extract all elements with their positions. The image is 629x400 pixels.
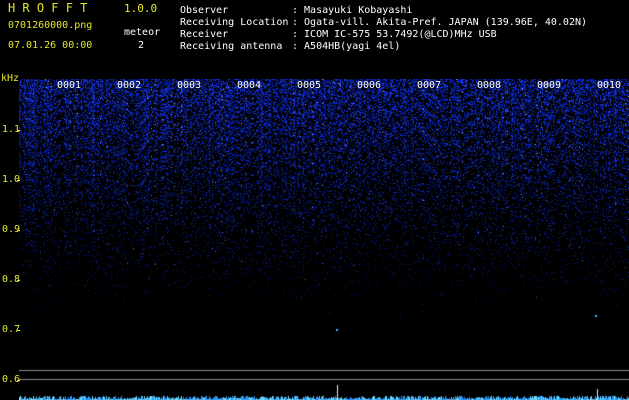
axis-tick	[17, 230, 20, 231]
meteor-count: 2	[138, 40, 145, 51]
minute-label: 0009	[537, 80, 562, 91]
info-label: Receiver	[180, 29, 229, 40]
minute-label: 0001	[57, 80, 82, 91]
minute-label: 0002	[117, 80, 142, 91]
meteor-label: meteor	[124, 27, 161, 38]
axis-tick	[17, 130, 20, 131]
app-title: HROFFT	[8, 1, 95, 15]
info-value: : Ogata-vill. Akita-Pref. JAPAN (139.96E…	[292, 17, 588, 28]
minute-label: 0010	[597, 80, 622, 91]
file-name: 0701260000.png	[8, 20, 93, 31]
axis-tick	[17, 280, 20, 281]
info-label: Receiving Location	[180, 17, 289, 28]
minute-label: 0005	[297, 80, 322, 91]
axis-tick	[17, 380, 20, 381]
minute-label: 0006	[357, 80, 382, 91]
axis-tick	[17, 330, 20, 331]
info-label: Receiving antenna	[180, 41, 283, 52]
axis-unit: kHz	[1, 73, 20, 84]
date-time: 07.01.26 00:00	[8, 40, 93, 51]
spectrogram	[19, 79, 629, 400]
minute-label: 0003	[177, 80, 202, 91]
info-label: Observer	[180, 5, 229, 16]
info-value: : ICOM IC-575 53.7492(@LCD)MHz USB	[292, 29, 497, 40]
app-version: 1.0.0	[124, 2, 158, 15]
axis-tick	[17, 180, 20, 181]
info-value: : A504HB(yagi 4el)	[292, 41, 401, 52]
info-receiver: Receiver : ICOM IC-575 53.7492(@LCD)MHz U…	[180, 29, 497, 40]
minute-label: 0007	[417, 80, 442, 91]
info-antenna: Receiving antenna : A504HB(yagi 4el)	[180, 41, 400, 52]
info-value: : Masayuki Kobayashi	[292, 5, 413, 16]
info-location: Receiving Location: Ogata-vill. Akita-Pr…	[180, 17, 587, 28]
minute-label: 0008	[477, 80, 502, 91]
minute-label: 0004	[237, 80, 262, 91]
info-observer: Observer : Masayuki Kobayashi	[180, 5, 412, 16]
